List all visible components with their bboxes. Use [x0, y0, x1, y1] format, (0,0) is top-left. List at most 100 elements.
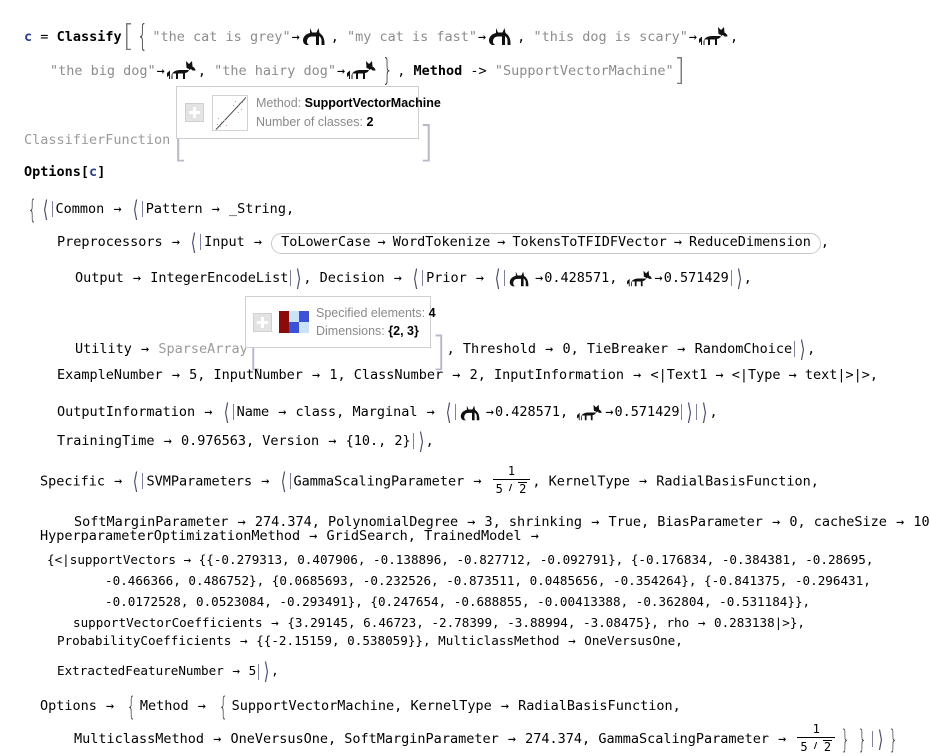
- rule-arrow-3: →: [156, 63, 165, 79]
- options-output-options-line: Options → {Method → {SupportVectorMachin…: [40, 692, 681, 722]
- summary-row-dimensions: Dimensions: {2, 3}: [316, 322, 436, 340]
- options-head: Options: [24, 164, 81, 180]
- gamma-denom-radicand: 2: [518, 481, 528, 496]
- key-cachesize: cacheSize: [813, 514, 887, 530]
- chain-step-0: ToLowerCase: [281, 234, 371, 250]
- value-cachesize: 100: [913, 514, 930, 530]
- summary-value-elements: 4: [428, 305, 436, 320]
- classifier-function-label: ClassifierFunction: [24, 132, 171, 148]
- value-threshold: 0: [562, 341, 571, 357]
- support-vectors-line-0: {<|supportVectors → {{-0.279313, 0.40790…: [47, 552, 874, 567]
- trainedmodel-arrow: →: [530, 528, 539, 544]
- key-threshold: Threshold: [462, 341, 537, 357]
- value-version: {10., 2}: [345, 433, 411, 449]
- support-vectors-line-1: -0.466366, 0.486752}, {0.0685693, -0.232…: [105, 573, 871, 588]
- support-vectors-line-2: -0.0172528, 0.0523084, -0.293491}, {0.24…: [105, 595, 810, 609]
- sqrt-icon-final: 2: [815, 739, 833, 754]
- key-preprocessors: Preprocessors: [57, 234, 163, 250]
- sparse-cell: [289, 311, 299, 322]
- value-pattern: _String,: [229, 201, 295, 217]
- key-kerneltype-inner: KernelType: [410, 698, 492, 714]
- options-output-extracted-line: ExtractedFeatureNumber → 5 ⟩,: [57, 659, 279, 685]
- assoc-close-1: ⟩: [296, 266, 302, 292]
- value-examplenumber: 5: [189, 367, 198, 383]
- options-output-output-line: Output → IntegerEncodeList ⟩, Decision → …: [75, 266, 752, 292]
- outer-open-brace: {: [27, 195, 37, 225]
- value-probabilitycoefficients: {{-2.15159, 0.538059}},: [256, 633, 431, 648]
- classify-head: Classify: [56, 29, 122, 45]
- example-text-0: "the cat is grey": [152, 29, 291, 45]
- rule-arrow-0: →: [291, 29, 300, 45]
- sparsearray-summary-box[interactable]: Specified elements: 4 Dimensions: {2, 3}: [245, 296, 436, 348]
- value-marginal-cat: 0.428571: [495, 404, 561, 420]
- coefficients-close: |>},: [774, 615, 806, 630]
- value-multiclassmethod-final: OneVersusOne,: [230, 731, 337, 747]
- close-bracket-sparsearray: ]: [431, 329, 447, 375]
- summary-value-method: SupportVectorMachine: [304, 96, 441, 111]
- key-biasparameter: BiasParameter: [657, 514, 763, 530]
- assoc-close-8: ⟩: [263, 659, 270, 685]
- key-decision: Decision: [319, 270, 385, 286]
- key-utility: Utility: [75, 341, 132, 357]
- support-vectors-row-0: {-0.279313, 0.407906, -0.138896, -0.8277…: [206, 552, 874, 567]
- sparse-cell: [279, 322, 289, 333]
- sparse-cell: [289, 322, 299, 333]
- value-tiebreaker: RandomChoice: [694, 341, 793, 357]
- options-output-final-line: MulticlassMethod → OneVersusOne, SoftMar…: [74, 721, 899, 755]
- summary-label-elements: Specified elements:: [316, 305, 426, 320]
- classify-input-cell-line2[interactable]: "the big dog"→, "the hairy dog"→}, Metho…: [50, 48, 685, 88]
- chain-step-2: TokensToTFIDFVector: [512, 234, 667, 250]
- key-trainingtime: TrainingTime: [57, 433, 155, 449]
- value-biasparameter: 0,: [789, 514, 806, 530]
- close-square-bracket: ]: [673, 53, 686, 88]
- key-probabilitycoefficients: ProbabilityCoefficients: [57, 633, 232, 648]
- key-options: Options: [40, 698, 97, 714]
- key-classnumber: ClassNumber: [353, 367, 444, 383]
- final-close-brace-1: }: [840, 725, 850, 755]
- value-trainingtime: 0.976563,: [180, 433, 255, 449]
- value-supportvectorcoefficients: {3.29145, 6.46723, -2.78399, -3.88994, -…: [287, 615, 659, 630]
- summary-row-classes: Number of classes: 2: [256, 113, 441, 131]
- options-output-counts-line: ExampleNumber → 5, InputNumber → 1, Clas…: [57, 367, 879, 383]
- key-input: Input: [204, 234, 245, 250]
- method-option-key: Method: [413, 63, 463, 79]
- comma-1: ,: [517, 29, 534, 45]
- key-version: Version: [262, 433, 320, 449]
- final-close-brace-3: }: [888, 725, 899, 755]
- dog-icon-4: [346, 59, 378, 81]
- gamma-denom-coeff-final: 5: [800, 739, 808, 754]
- options-output-probability-line: ProbabilityCoefficients → {{-2.15159, 0.…: [57, 633, 683, 648]
- dog-icon-marginal: [576, 403, 604, 422]
- options-output-specific-line: Specific → ⟨ SVMParameters → ⟨ GammaScalin…: [40, 464, 819, 496]
- value-hyperparameteroptimizationmethod: GridSearch,: [326, 528, 416, 544]
- support-vectors-row-1: -0.466366, 0.486752}, {0.0685693, -0.232…: [105, 573, 871, 588]
- expand-plus-button-sparsearray[interactable]: [253, 312, 272, 332]
- dog-icon-3: [166, 59, 198, 81]
- value-prior-cat: 0.428571: [544, 270, 610, 286]
- preprocessors-trailing-comma: ,: [820, 234, 830, 250]
- comma-2: ,: [730, 29, 739, 45]
- rule-arrow-1: →: [478, 29, 487, 45]
- support-vectors-prefix: {<|supportVectors → {: [47, 552, 207, 567]
- classify-input-cell[interactable]: c = Classify[{"the cat is grey"→, "my ca…: [24, 14, 739, 54]
- expand-plus-button[interactable]: [185, 103, 204, 122]
- gamma-fraction-final: 15 2: [797, 722, 836, 754]
- rule-arrow-2: →: [688, 29, 698, 45]
- classifier-summary-box[interactable]: Method: SupportVectorMachine Number of c…: [176, 86, 441, 139]
- comma-3: ,: [197, 63, 215, 79]
- value-marginal-dog: 0.571429: [614, 404, 680, 420]
- value-kerneltype: RadialBasisFunction,: [656, 473, 819, 490]
- value-multiclassmethod: OneVersusOne,: [584, 633, 683, 648]
- assoc-close-4: ⟩: [687, 400, 693, 426]
- gamma-denom-radicand-final: 2: [822, 739, 833, 754]
- options-input-cell[interactable]: Options[c]: [24, 164, 105, 180]
- assoc-open-5: ⟨: [494, 266, 501, 292]
- options-output-utility-line: Utility → SparseArray[: [75, 329, 264, 375]
- value-classnumber: 2: [469, 367, 478, 383]
- key-name: Name: [236, 404, 270, 420]
- options-output-coefficients-line: supportVectorCoefficients → {3.29145, 6.…: [73, 615, 806, 630]
- notebook-sheet: c = Classify[{"the cat is grey"→, "my ca…: [0, 0, 930, 756]
- value-kerneltype-inner: RadialBasisFunction,: [518, 698, 681, 714]
- sparse-cell: [299, 311, 309, 322]
- key-extractedfeaturenumber: ExtractedFeatureNumber: [57, 663, 224, 678]
